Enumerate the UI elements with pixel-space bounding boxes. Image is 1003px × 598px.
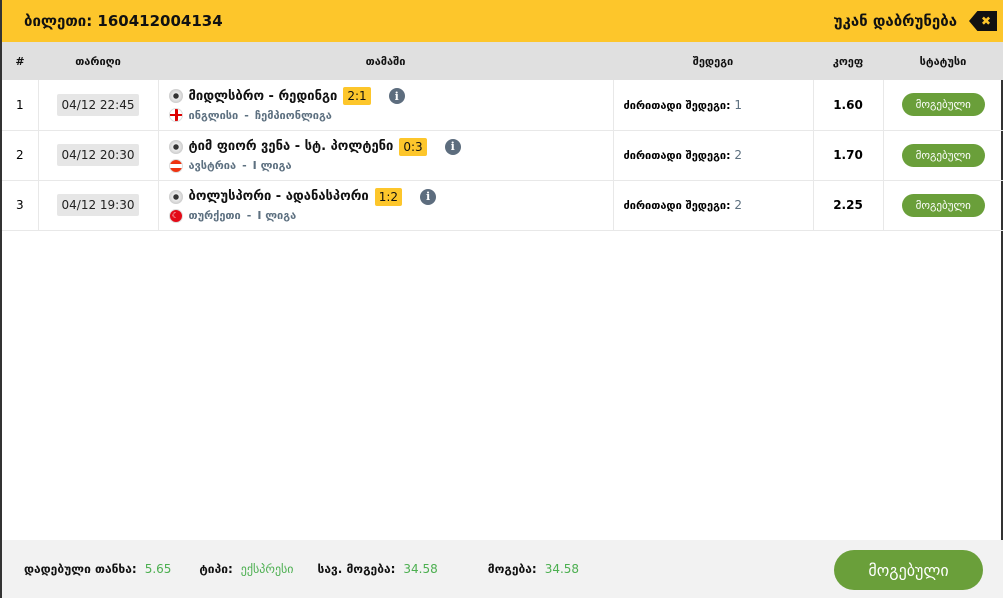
- country: ავსტრია: [188, 159, 237, 172]
- coef-value: 1.70: [813, 130, 884, 181]
- turkey-flag-icon: ☾: [168, 208, 183, 223]
- table-row: 1 04/12 22:45 მიდლსბრო - რედინგი 2:1 i ინგ…: [2, 80, 1003, 131]
- match-date: 04/12 20:30: [56, 144, 140, 166]
- row-number: 2: [2, 130, 39, 181]
- status-badge[interactable]: მოგებული: [901, 193, 985, 217]
- info-icon[interactable]: i: [444, 138, 461, 155]
- col-date: თარიღი: [38, 42, 158, 80]
- stake-label: დადებული თანხა:: [24, 562, 137, 576]
- close-icon: ✖: [969, 11, 997, 31]
- info-icon[interactable]: i: [420, 188, 437, 205]
- result-value: 2: [734, 198, 742, 212]
- ticket-status-button[interactable]: მოგებული: [834, 550, 983, 590]
- type-value: ექსპრესი: [240, 562, 294, 576]
- col-match: თამაში: [158, 42, 613, 80]
- col-status: სტატუსი: [883, 42, 1003, 80]
- win-label: მოგება:: [487, 562, 537, 576]
- soccer-ball-icon: [168, 189, 183, 204]
- bets-table: # თარიღი თამაში შედეგი კოეფ სტატუსი 1 04…: [2, 42, 1003, 231]
- match-score: 1:2: [374, 187, 403, 206]
- info-icon[interactable]: i: [388, 88, 405, 105]
- row-number: 1: [2, 80, 39, 131]
- match-score: 0:3: [399, 137, 427, 156]
- back-label: უკან დაბრუნება: [833, 12, 957, 30]
- win-value: 34.58: [544, 562, 580, 576]
- england-flag-icon: [168, 108, 183, 123]
- league: ჩემპიონლიგა: [254, 108, 332, 122]
- table-row: 3 04/12 19:30 ბოლუსპორი - ადანასპორი 1:2 i…: [2, 180, 1003, 231]
- col-result: შედეგი: [613, 42, 813, 80]
- col-number: #: [2, 42, 38, 80]
- league: I ლიგა: [252, 159, 292, 172]
- table-row: 2 04/12 20:30 ტიმ ფიორ ვენა - სტ. პოლტენ…: [2, 130, 1003, 181]
- status-badge[interactable]: მოგებული: [901, 93, 985, 117]
- country: თურქეთი: [188, 209, 241, 222]
- result-label: ძირითადი შედეგი:: [623, 149, 731, 162]
- col-coef: კოეფ: [813, 42, 883, 80]
- result-value: 1: [734, 97, 742, 112]
- austria-flag-icon: [168, 158, 183, 173]
- country: ინგლისი: [188, 108, 239, 122]
- type-label: ტიპი:: [199, 562, 233, 576]
- league: I ლიგა: [257, 209, 297, 222]
- status-badge[interactable]: მოგებული: [901, 143, 985, 167]
- match-score: 2:1: [343, 87, 371, 106]
- ticket-title: ბილეთი: 160412004134: [24, 12, 223, 30]
- soccer-ball-icon: [168, 89, 183, 104]
- result-label: ძირითადი შედეგი:: [623, 199, 731, 212]
- max-win-label: სავ. მოგება:: [317, 562, 396, 576]
- stake-value: 5.65: [144, 562, 172, 576]
- match-name: მიდლსბრო - რედინგი: [188, 88, 338, 104]
- match-name: ბოლუსპორი - ადანასპორი: [188, 189, 369, 204]
- coef-value: 2.25: [813, 180, 884, 231]
- result-value: 2: [734, 148, 742, 162]
- max-win-value: 34.58: [403, 562, 438, 576]
- ticket-header: ბილეთი: 160412004134 უკან დაბრუნება ✖: [2, 0, 1003, 42]
- soccer-ball-icon: [168, 139, 183, 154]
- match-date: 04/12 22:45: [56, 93, 140, 116]
- ticket-footer: დადებული თანხა: 5.65 ტიპი: ექსპრესი სავ. მ…: [2, 540, 1003, 598]
- result-label: ძირითადი შედეგი:: [623, 98, 731, 112]
- row-number: 3: [2, 180, 39, 231]
- back-button[interactable]: უკან დაბრუნება ✖: [834, 11, 997, 31]
- coef-value: 1.60: [813, 80, 884, 131]
- match-name: ტიმ ფიორ ვენა - სტ. პოლტენი: [188, 139, 394, 154]
- match-date: 04/12 19:30: [56, 194, 140, 216]
